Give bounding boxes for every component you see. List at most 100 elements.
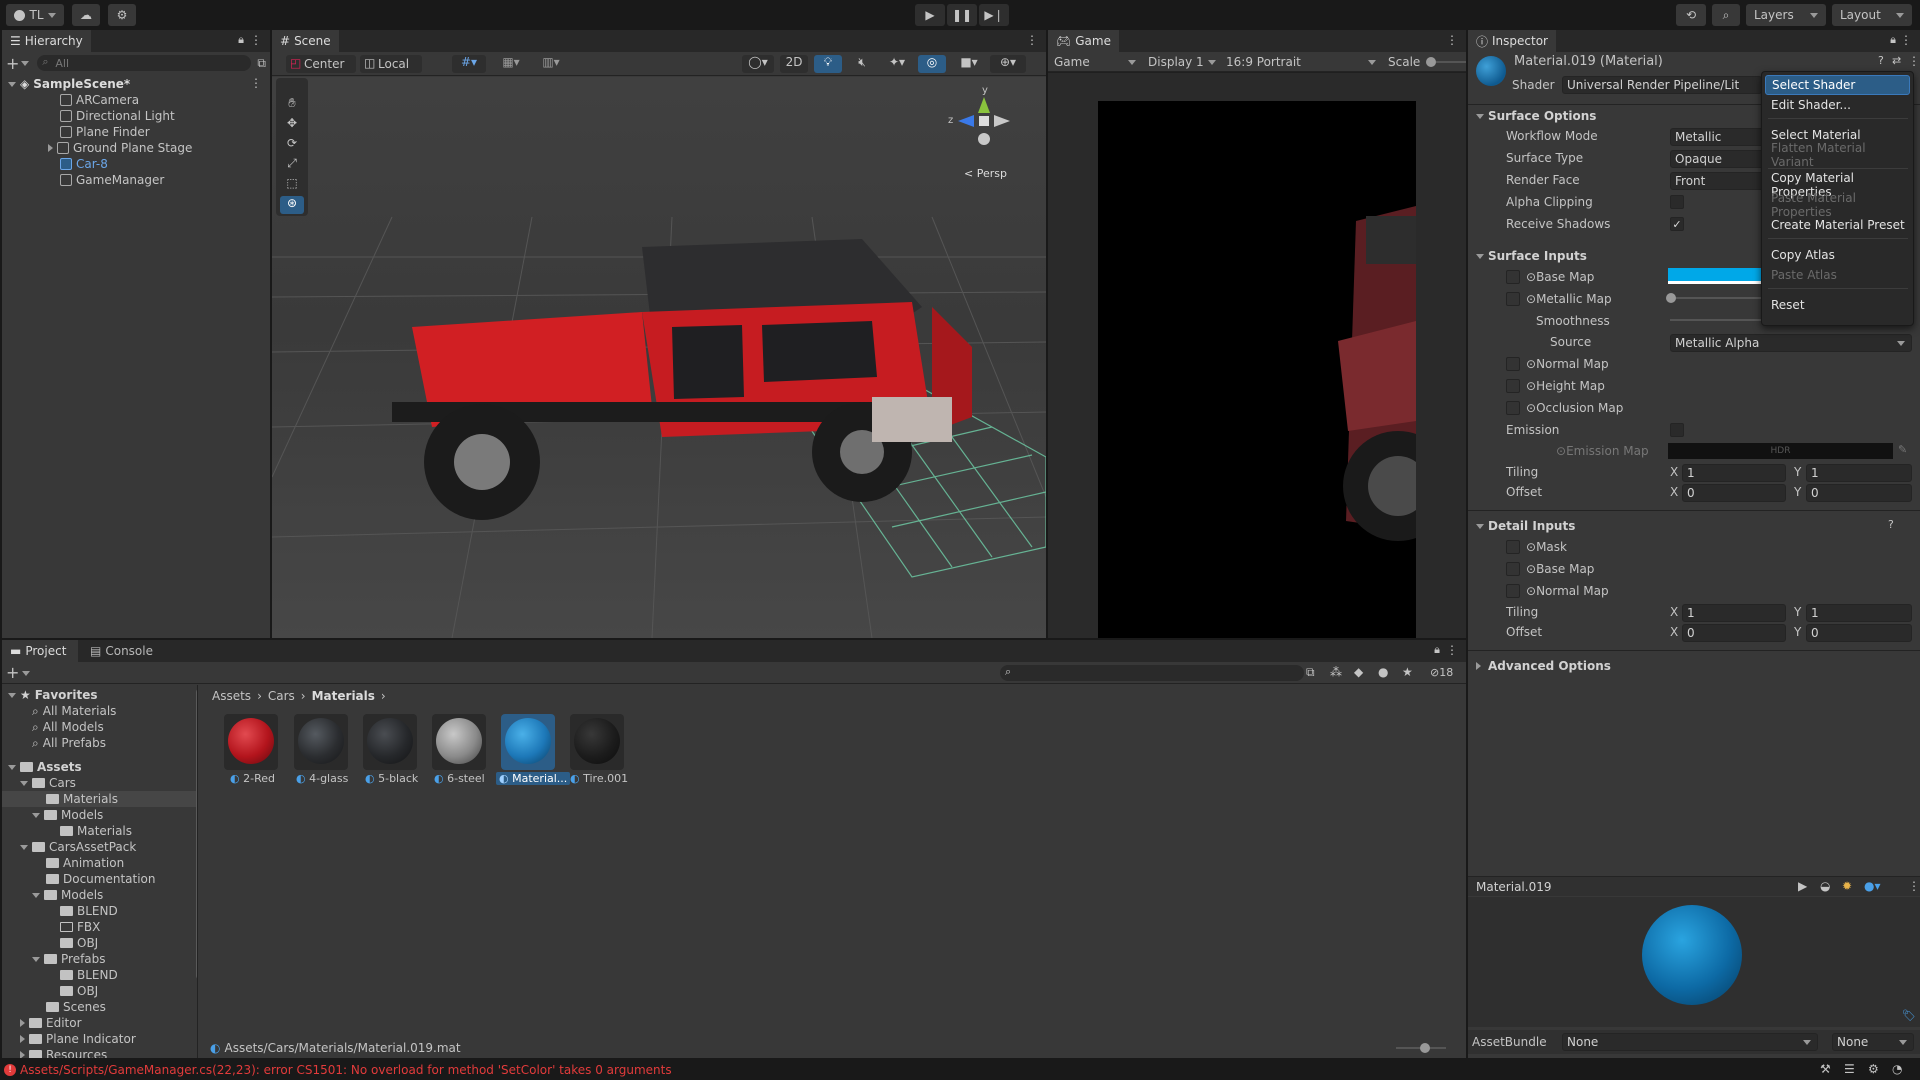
detail-tiling-x-field[interactable]: 1 [1682, 604, 1786, 622]
hierarchy-item-arcamera[interactable]: ARCamera [60, 92, 139, 108]
folder-carsassetpack[interactable]: CarsAssetPack [20, 839, 136, 855]
asset-material-5-black[interactable] [363, 714, 417, 770]
tree-scrollbar[interactable] [196, 689, 197, 979]
step-button[interactable]: ▶❘ [979, 4, 1009, 26]
assetbundle-dropdown[interactable]: None [1562, 1033, 1818, 1051]
folder-pack-models[interactable]: Models [32, 887, 103, 903]
folder-models-blend[interactable]: BLEND [60, 903, 118, 919]
folder-prefabs-blend[interactable]: BLEND [60, 967, 118, 983]
favorites-header[interactable]: ★ Favorites [8, 687, 97, 703]
more-icon[interactable]: ⋮ [1908, 54, 1920, 68]
draw-mode-button[interactable]: ◯▾ [742, 55, 774, 73]
lighting-toggle[interactable]: 💡︎ [814, 55, 842, 73]
game-viewport[interactable] [1048, 73, 1466, 638]
status-bar[interactable]: ! Assets/Scripts/GameManager.cs(22,23): … [0, 1060, 1920, 1080]
detail-offset-x-field[interactable]: 0 [1682, 624, 1786, 642]
lock-icon[interactable]: 🔒︎ [1434, 643, 1440, 657]
hierarchy-item-directional-light[interactable]: Directional Light [60, 108, 175, 124]
folder-cars[interactable]: Cars [20, 775, 76, 791]
smoothness-slider[interactable] [1670, 319, 1770, 321]
asset-material-6-steel[interactable] [432, 714, 486, 770]
hand-tool[interactable]: ✋︎ [280, 96, 304, 114]
tab-project[interactable]: ▬ Project [2, 640, 78, 662]
thumbnail-size-slider[interactable] [1396, 1043, 1446, 1053]
folder-prefabs[interactable]: Prefabs [32, 951, 106, 967]
layers-dropdown[interactable]: Layers [1746, 4, 1826, 26]
orientation-gizmo[interactable]: y z [948, 85, 1028, 155]
display-dropdown[interactable]: Display 1 [1144, 53, 1220, 71]
expand-icon[interactable] [48, 144, 53, 152]
rotate-tool[interactable]: ⟳ [280, 136, 304, 154]
menu-item-copy-atlas[interactable]: Copy Atlas [1765, 245, 1910, 265]
more-icon[interactable]: ⋮ [1446, 643, 1458, 657]
base-map-color-swatch[interactable] [1668, 268, 1768, 284]
tab-console[interactable]: ▤ Console [82, 640, 161, 662]
2d-toggle[interactable]: 2D [780, 55, 808, 73]
rect-tool[interactable]: ⬚ [280, 176, 304, 194]
add-icon[interactable]: + [6, 663, 19, 682]
slider-thumb[interactable] [1666, 293, 1676, 303]
debug-icon[interactable]: ⚙ [1868, 1062, 1879, 1076]
offset-x-field[interactable]: 0 [1682, 484, 1786, 502]
asset-material-019[interactable] [501, 714, 555, 770]
mask-texture-slot[interactable] [1506, 540, 1520, 554]
advanced-options-header[interactable]: Advanced Options [1468, 656, 1916, 676]
folder-plane-indicator[interactable]: Plane Indicator [20, 1031, 136, 1047]
cloud-button[interactable]: ☁ [72, 4, 100, 26]
gizmos-button[interactable]: ⊕▾ [990, 55, 1026, 73]
snap-increment-button[interactable]: ▦▾ [494, 55, 528, 73]
scale-slider[interactable]: Scale [1388, 53, 1467, 71]
tiling-y-field[interactable]: 1 [1806, 464, 1912, 482]
breadcrumb-item[interactable]: Assets [212, 689, 251, 703]
breadcrumb-item[interactable]: Materials [312, 689, 375, 703]
visibility-toggle[interactable]: ◎ [918, 55, 946, 73]
more-icon[interactable]: ⋮ [1026, 33, 1038, 47]
assets-header[interactable]: Assets [8, 759, 82, 775]
sphere-shape-icon[interactable]: ◒ [1820, 879, 1830, 893]
detail-inputs-header[interactable]: Detail Inputs [1468, 516, 1916, 536]
audio-toggle[interactable]: 🔇︎ [848, 55, 876, 73]
tiling-x-field[interactable]: 1 [1682, 464, 1786, 482]
menu-item-create-material-preset[interactable]: Create Material Preset [1765, 215, 1910, 235]
play-button[interactable]: ▶ [915, 4, 945, 26]
folder-scenes[interactable]: Scenes [46, 999, 106, 1015]
pivot-dropdown[interactable]: ◰ Center [286, 55, 356, 73]
space-dropdown[interactable]: ◫ Local [360, 55, 422, 73]
aspect-dropdown[interactable]: 16:9 Portrait [1222, 53, 1380, 71]
effects-toggle[interactable]: ✦▾ [880, 55, 914, 73]
tab-hierarchy[interactable]: ☰ Hierarchy [2, 30, 91, 52]
more-icon[interactable]: ⋮ [1446, 33, 1458, 47]
type-filter-icon[interactable]: ⁂ [1330, 665, 1342, 679]
more-icon[interactable]: ⋮ [250, 33, 262, 47]
asset-material-tire-001[interactable] [570, 714, 624, 770]
folder-editor[interactable]: Editor [20, 1015, 82, 1031]
hierarchy-item-car-8[interactable]: Car-8 [60, 156, 108, 172]
help-icon[interactable]: ? [1888, 518, 1894, 531]
offset-y-field[interactable]: 0 [1806, 484, 1912, 502]
normal-map-texture-slot[interactable] [1506, 357, 1520, 371]
breadcrumb-item[interactable]: Cars [268, 689, 295, 703]
scene-viewport[interactable]: ✋︎ ✥ ⟳ ⤢ ⬚ ⊛ y z < Persp [272, 77, 1046, 638]
favorite-icon[interactable]: ★ [1402, 665, 1413, 679]
asset-material-2-red[interactable] [224, 714, 278, 770]
sync-icon[interactable]: ◔ [1892, 1062, 1902, 1076]
asset-material-4-glass[interactable] [294, 714, 348, 770]
menu-item-reset[interactable]: Reset [1765, 295, 1910, 315]
project-search-input[interactable]: ⌕ [1000, 665, 1304, 681]
folder-animation[interactable]: Animation [46, 855, 124, 871]
folder-models-fbx[interactable]: FBX [60, 919, 100, 935]
folder-cars-models[interactable]: Models [32, 807, 103, 823]
metallic-slider[interactable] [1666, 293, 1770, 303]
tab-inspector[interactable]: ⓘ Inspector [1468, 30, 1556, 52]
emission-checkbox[interactable] [1670, 423, 1684, 437]
play-icon[interactable]: ▶ [1798, 879, 1807, 893]
folder-documentation[interactable]: Documentation [46, 871, 156, 887]
menu-item-select-shader[interactable]: Select Shader [1765, 75, 1910, 95]
hierarchy-search-input[interactable]: ⌕ All [37, 55, 252, 71]
expand-icon[interactable] [8, 81, 16, 87]
lock-icon[interactable]: 🔒︎ [1890, 33, 1896, 47]
emission-color-swatch[interactable]: HDR [1668, 443, 1893, 459]
base-map-texture-slot[interactable] [1506, 270, 1520, 284]
folder-cars-models-materials[interactable]: Materials [60, 823, 132, 839]
detail-offset-y-field[interactable]: 0 [1806, 624, 1912, 642]
